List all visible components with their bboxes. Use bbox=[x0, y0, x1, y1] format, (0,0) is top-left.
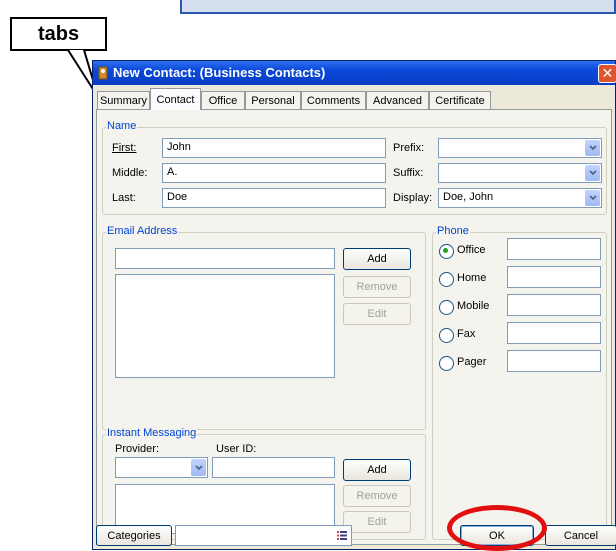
im-remove-button[interactable]: Remove bbox=[343, 485, 411, 507]
phone-group-title: Phone bbox=[436, 225, 470, 237]
pager-label: Pager bbox=[457, 356, 487, 368]
pager-radio[interactable] bbox=[439, 356, 454, 371]
middle-label: Middle: bbox=[112, 167, 148, 179]
ok-highlight-ring bbox=[447, 505, 547, 551]
im-edit-button[interactable]: Edit bbox=[343, 511, 411, 533]
phone-home-row: Home bbox=[439, 266, 601, 292]
middle-name-field[interactable]: A. bbox=[162, 163, 386, 183]
email-list[interactable] bbox=[115, 274, 335, 378]
tab-office[interactable]: Office bbox=[201, 91, 245, 109]
prefix-select[interactable] bbox=[438, 138, 602, 158]
phone-mobile-row: Mobile bbox=[439, 294, 601, 320]
fax-label: Fax bbox=[457, 328, 476, 340]
email-group-title: Email Address bbox=[106, 225, 179, 237]
contact-tab-panel: Name First: John Middle: A. Last: Doe Pr… bbox=[96, 109, 612, 545]
email-input[interactable] bbox=[115, 248, 335, 269]
first-label-text: First: bbox=[112, 142, 137, 154]
display-select[interactable]: Doe, John bbox=[438, 188, 602, 208]
list-icon[interactable] bbox=[337, 531, 347, 540]
window-title: New Contact: (Business Contacts) bbox=[113, 65, 326, 80]
tabs-callout: tabs bbox=[10, 17, 107, 51]
mobile-phone-field[interactable] bbox=[507, 294, 601, 316]
first-label: First: bbox=[112, 142, 136, 154]
im-group-title: Instant Messaging bbox=[106, 427, 198, 439]
tab-summary[interactable]: Summary bbox=[97, 91, 150, 109]
last-label: Last: bbox=[112, 192, 136, 204]
mobile-label: Mobile bbox=[457, 300, 490, 312]
phone-fax-row: Fax bbox=[439, 322, 601, 348]
office-label: Office bbox=[457, 244, 486, 256]
prefix-label: Prefix: bbox=[393, 142, 425, 154]
chevron-down-icon[interactable] bbox=[191, 459, 206, 476]
fax-radio[interactable] bbox=[439, 328, 454, 343]
suffix-select[interactable] bbox=[438, 163, 602, 183]
categories-field[interactable] bbox=[175, 525, 352, 546]
new-contact-dialog: New Contact: (Business Contacts) ✕ Summa… bbox=[92, 60, 616, 550]
provider-label: Provider: bbox=[115, 443, 160, 455]
suffix-label: Suffix: bbox=[393, 167, 424, 179]
tab-contact[interactable]: Contact bbox=[150, 88, 201, 110]
email-remove-button[interactable]: Remove bbox=[343, 276, 411, 298]
chevron-down-icon[interactable] bbox=[585, 190, 600, 206]
last-name-field[interactable]: Doe bbox=[162, 188, 386, 208]
email-edit-button[interactable]: Edit bbox=[343, 303, 411, 325]
chevron-down-icon[interactable] bbox=[585, 165, 600, 181]
userid-input[interactable] bbox=[212, 457, 335, 478]
phone-pager-row: Pager bbox=[439, 350, 601, 376]
email-add-button[interactable]: Add bbox=[343, 248, 411, 270]
home-radio[interactable] bbox=[439, 272, 454, 287]
office-radio[interactable] bbox=[439, 244, 454, 259]
home-label: Home bbox=[457, 272, 487, 284]
cancel-button[interactable]: Cancel bbox=[545, 525, 616, 546]
tab-certificate[interactable]: Certificate bbox=[429, 91, 491, 109]
name-group-title: Name bbox=[106, 120, 138, 132]
contact-card-icon bbox=[98, 66, 108, 80]
provider-select[interactable] bbox=[115, 457, 208, 478]
pager-phone-field[interactable] bbox=[507, 350, 601, 372]
userid-label: User ID: bbox=[216, 443, 257, 455]
home-phone-field[interactable] bbox=[507, 266, 601, 288]
display-label: Display: bbox=[393, 192, 433, 204]
phone-office-row: Office bbox=[439, 238, 601, 264]
background-window-edge bbox=[180, 0, 616, 14]
office-phone-field[interactable] bbox=[507, 238, 601, 260]
close-icon: ✕ bbox=[601, 65, 614, 82]
im-add-button[interactable]: Add bbox=[343, 459, 411, 481]
display-value: Doe, John bbox=[443, 191, 494, 203]
close-button[interactable]: ✕ bbox=[598, 64, 616, 83]
categories-button[interactable]: Categories bbox=[96, 525, 172, 546]
tab-advanced[interactable]: Advanced bbox=[366, 91, 429, 109]
fax-phone-field[interactable] bbox=[507, 322, 601, 344]
first-name-field[interactable]: John bbox=[162, 138, 386, 158]
chevron-down-icon[interactable] bbox=[585, 140, 600, 156]
mobile-radio[interactable] bbox=[439, 300, 454, 315]
tab-comments[interactable]: Comments bbox=[301, 91, 366, 109]
tab-personal[interactable]: Personal bbox=[245, 91, 301, 109]
title-bar: New Contact: (Business Contacts) ✕ bbox=[93, 61, 616, 85]
